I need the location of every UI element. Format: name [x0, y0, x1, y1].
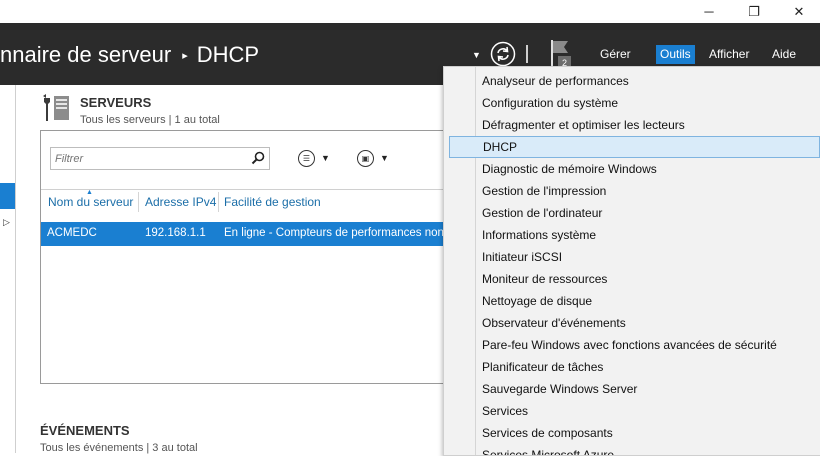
- restore-button[interactable]: ❐: [731, 0, 777, 23]
- menu-item[interactable]: Diagnostic de mémoire Windows: [444, 158, 820, 180]
- table-row[interactable]: ACMEDC 192.168.1.1 En ligne - Compteurs …: [41, 222, 459, 246]
- column-header-ipv4[interactable]: Adresse IPv4: [145, 195, 216, 209]
- menu-item[interactable]: Analyseur de performances: [444, 70, 820, 92]
- menu-afficher[interactable]: Afficher: [705, 45, 753, 64]
- menu-item[interactable]: Planificateur de tâches: [444, 356, 820, 378]
- breadcrumb-dropdown-icon[interactable]: ▼: [472, 50, 481, 60]
- chevron-down-icon: ▼: [321, 153, 330, 163]
- cell-ipv4: 192.168.1.1: [145, 227, 206, 239]
- breadcrumb-parent[interactable]: nnaire de serveur: [0, 42, 171, 68]
- list-icon: ☰: [298, 149, 315, 167]
- chevron-down-icon: ▼: [380, 153, 389, 163]
- column-header-server-name[interactable]: Nom du serveur: [48, 195, 133, 209]
- column-divider[interactable]: [218, 192, 219, 212]
- left-navigation: [0, 85, 16, 453]
- tools-dropdown-menu: Analyseur de performances Configuration …: [443, 66, 820, 456]
- cell-manageability: En ligne - Compteurs de performances non…: [224, 227, 459, 239]
- server-tools-icon: [43, 94, 69, 121]
- events-subtitle: Tous les événements | 3 au total: [40, 442, 198, 454]
- menu-item[interactable]: Services de composants: [444, 422, 820, 444]
- filter-box: [50, 147, 270, 170]
- menu-aide[interactable]: Aide: [768, 45, 800, 64]
- servers-title: SERVEURS: [80, 95, 152, 110]
- close-button[interactable]: ✕: [776, 0, 820, 23]
- refresh-icon[interactable]: [490, 41, 516, 67]
- nav-expand-icon[interactable]: ▷: [3, 217, 10, 228]
- breadcrumb-separator-icon: ▸: [182, 49, 188, 62]
- toolbar-divider: [41, 189, 459, 190]
- menu-item[interactable]: Initiateur iSCSI: [444, 246, 820, 268]
- menu-item-dhcp[interactable]: DHCP: [449, 136, 820, 158]
- menu-item[interactable]: Services: [444, 400, 820, 422]
- cell-server-name: ACMEDC: [47, 227, 97, 239]
- minimize-button[interactable]: ─: [686, 0, 732, 23]
- menu-outils[interactable]: Outils: [656, 45, 695, 64]
- column-divider[interactable]: [138, 192, 139, 212]
- header-divider: [526, 45, 528, 63]
- servers-subtitle: Tous les serveurs | 1 au total: [80, 114, 220, 126]
- menu-item[interactable]: Moniteur de ressources: [444, 268, 820, 290]
- save-icon: ▣: [357, 149, 374, 167]
- menu-item[interactable]: Sauvegarde Windows Server: [444, 378, 820, 400]
- breadcrumb: nnaire de serveur ▸ DHCP: [0, 40, 259, 70]
- menu-item[interactable]: Informations système: [444, 224, 820, 246]
- events-title: ÉVÉNEMENTS: [40, 423, 130, 438]
- menu-item[interactable]: Pare-feu Windows avec fonctions avancées…: [444, 334, 820, 356]
- breadcrumb-current: DHCP: [196, 42, 260, 67]
- menu-item[interactable]: Gestion de l'ordinateur: [444, 202, 820, 224]
- menu-item[interactable]: Configuration du système: [444, 92, 820, 114]
- list-options-button[interactable]: ☰ ▼: [298, 149, 330, 167]
- menu-item[interactable]: Observateur d'événements: [444, 312, 820, 334]
- filter-input[interactable]: [51, 148, 241, 169]
- window-titlebar: ─ ❐ ✕: [0, 0, 820, 23]
- nav-selected-item[interactable]: [0, 183, 15, 209]
- search-icon[interactable]: [251, 151, 265, 165]
- menu-item[interactable]: Nettoyage de disque: [444, 290, 820, 312]
- menu-item[interactable]: Gestion de l'impression: [444, 180, 820, 202]
- menu-item[interactable]: Défragmenter et optimiser les lecteurs: [444, 114, 820, 136]
- menu-gerer[interactable]: Gérer: [596, 45, 635, 64]
- column-header-manageability[interactable]: Facilité de gestion: [224, 195, 321, 209]
- notifications-flag-icon[interactable]: 2: [548, 38, 572, 68]
- menu-item[interactable]: Services Microsoft Azure: [444, 444, 820, 455]
- save-query-button[interactable]: ▣ ▼: [357, 149, 389, 167]
